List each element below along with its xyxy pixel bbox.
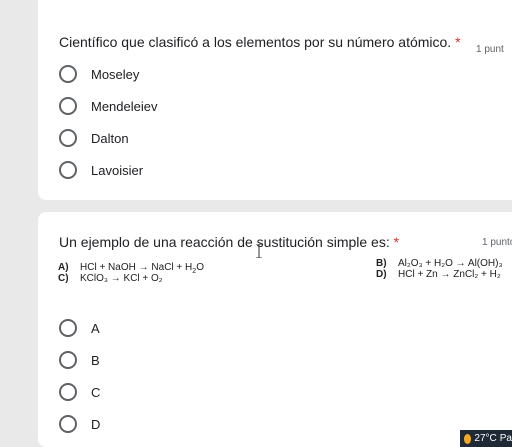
radio-button[interactable]: [59, 319, 77, 337]
option-c[interactable]: C: [59, 383, 100, 401]
radio-button[interactable]: [59, 383, 77, 401]
option-b[interactable]: B: [59, 351, 100, 369]
taskbar-weather[interactable]: 27°C Pa: [460, 430, 512, 447]
weather-temperature: 27°C: [474, 433, 497, 444]
points-label: 1 punto: [482, 237, 512, 248]
question-card-2: Un ejemplo de una reacción de sustitució…: [38, 212, 512, 447]
radio-button[interactable]: [59, 351, 77, 369]
radio-button[interactable]: [59, 415, 77, 433]
sun-icon: [464, 433, 472, 444]
option-moseley[interactable]: Moseley: [59, 65, 139, 83]
required-asterisk: *: [455, 34, 461, 50]
option-label: Lavoisier: [91, 162, 144, 178]
option-label: Mendeleiev: [91, 98, 158, 114]
option-label: B: [91, 352, 100, 368]
option-label: D: [91, 416, 101, 432]
text-cursor-icon: [256, 244, 262, 258]
required-asterisk: *: [393, 234, 400, 250]
points-label: 1 punt: [476, 44, 504, 55]
question-title: Un ejemplo de una reacción de sustitució…: [59, 234, 400, 250]
option-lavoisier[interactable]: Lavoisier: [59, 161, 143, 179]
reaction-d: D) HCl + Zn → ZnCl₂ + H₂: [376, 269, 501, 280]
radio-button[interactable]: [59, 129, 77, 147]
option-dalton[interactable]: Dalton: [59, 129, 129, 147]
option-label: Moseley: [91, 66, 140, 82]
reaction-b: B) Al₂O₃ + H₂O → Al(OH)₃: [376, 258, 503, 269]
radio-button[interactable]: [59, 97, 77, 115]
reaction-c: C) KClO₃ → KCl + O₂: [58, 273, 163, 284]
radio-button[interactable]: [59, 161, 77, 179]
option-d[interactable]: D: [59, 415, 100, 433]
question-title: Científico que clasificó a los elementos…: [59, 34, 461, 50]
option-label: A: [91, 320, 100, 336]
question-card-1: Científico que clasificó a los elementos…: [38, 0, 512, 200]
option-label: Dalton: [91, 130, 129, 146]
option-mendeleiev[interactable]: Mendeleiev: [59, 97, 158, 115]
option-a[interactable]: A: [59, 319, 100, 337]
weather-extra: Pa: [499, 433, 512, 444]
option-label: C: [91, 384, 101, 400]
radio-button[interactable]: [59, 65, 77, 83]
